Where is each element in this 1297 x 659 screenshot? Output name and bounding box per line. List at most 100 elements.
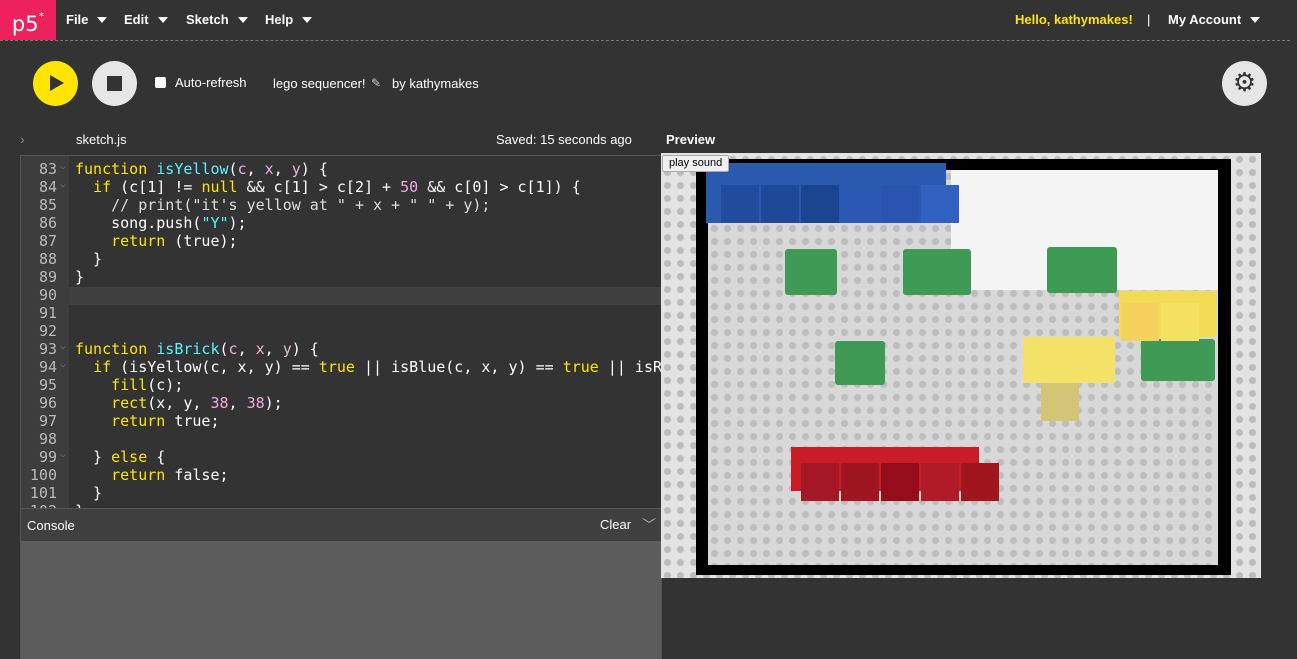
fold-chevron-icon[interactable]: ⌵: [60, 158, 66, 176]
line-number: 98: [38, 430, 57, 448]
chevron-down-icon: [1250, 17, 1261, 23]
sample-square-red: [841, 463, 879, 501]
code-line[interactable]: 99 ⌵ } else {: [21, 448, 661, 466]
code-line[interactable]: 98: [21, 430, 661, 448]
code-line[interactable]: 100 return false;: [21, 466, 661, 484]
sketch-preview-canvas[interactable]: [661, 153, 1261, 578]
code-text: } else {: [75, 448, 166, 466]
sample-square-blue: [801, 185, 839, 223]
top-nav: p5* File Edit Sketch Help Hello, kathyma…: [0, 0, 1297, 40]
sample-square-yellow: [1041, 383, 1079, 421]
code-text: fill(c);: [111, 376, 184, 394]
line-number: 88: [38, 250, 57, 268]
menu-edit[interactable]: Edit: [124, 0, 168, 40]
menu-sketch[interactable]: Sketch: [186, 0, 248, 40]
sample-square-red: [921, 463, 959, 501]
file-name: sketch.js: [76, 132, 127, 147]
code-line[interactable]: 84 ⌵ if (c[1] != null && c[1] > c[2] + 50…: [21, 178, 661, 196]
line-number: 84: [38, 178, 57, 196]
sample-square-red: [961, 463, 999, 501]
line-number: 87: [38, 232, 57, 250]
line-number: 94: [38, 358, 57, 376]
auto-refresh-checkbox[interactable]: [155, 77, 166, 88]
auto-refresh-label[interactable]: Auto-refresh: [175, 75, 247, 90]
lego-brick-green: [903, 249, 971, 295]
line-number: 99: [38, 448, 57, 466]
code-text: // print("it's yellow at " + x + " " + y…: [75, 196, 491, 214]
code-editor[interactable]: 83 ⌵ function isYellow(c, x, y) {84 ⌵ if (c…: [20, 155, 662, 510]
fold-chevron-icon[interactable]: ⌵: [60, 446, 66, 464]
code-line[interactable]: 97 return true;: [21, 412, 661, 430]
p5-logo[interactable]: p5*: [0, 0, 56, 40]
lego-brick-yellow: [1023, 337, 1115, 383]
line-number: 86: [38, 214, 57, 232]
collapse-console-icon[interactable]: ﹀: [642, 515, 656, 535]
code-line[interactable]: 95 fill(c);: [21, 376, 661, 394]
code-lines[interactable]: 83 ⌵ function isYellow(c, x, y) {84 ⌵ if (c…: [21, 160, 661, 509]
line-number: 85: [38, 196, 57, 214]
code-line[interactable]: 86 song.push("Y");: [21, 214, 661, 232]
line-number: 97: [38, 412, 57, 430]
expand-sidebar-icon[interactable]: ›: [20, 131, 25, 147]
line-number: 101: [29, 484, 57, 502]
menu-file[interactable]: File: [66, 0, 108, 40]
chevron-down-icon: [302, 17, 313, 23]
code-line[interactable]: 101 }: [21, 484, 661, 502]
chevron-down-icon: [97, 17, 108, 23]
code-line[interactable]: 83 ⌵ function isYellow(c, x, y) {: [21, 160, 661, 178]
code-text: return false;: [111, 466, 229, 484]
code-line[interactable]: 94 ⌵ if (isYellow(c, x, y) == true || isB…: [21, 358, 661, 376]
console-panel[interactable]: Console Clear ﹀: [20, 508, 662, 659]
code-line[interactable]: 90: [21, 286, 661, 304]
code-line[interactable]: 93 ⌵ function isBrick(c, x, y) {: [21, 340, 661, 358]
menu-my-account[interactable]: My Account: [1168, 0, 1261, 40]
clear-console-button[interactable]: Clear: [600, 517, 631, 532]
sample-square-blue: [721, 185, 759, 223]
stop-button[interactable]: [92, 61, 137, 106]
play-icon: [50, 75, 64, 91]
code-line[interactable]: 88 }: [21, 250, 661, 268]
line-number: 92: [38, 322, 57, 340]
fold-chevron-icon[interactable]: ⌵: [60, 356, 66, 374]
line-number: 93: [38, 340, 57, 358]
code-text: if (c[1] != null && c[1] > c[2] + 50 && …: [93, 178, 581, 196]
chevron-down-icon: [237, 17, 248, 23]
pencil-icon[interactable]: ✎: [371, 76, 381, 90]
lego-brick-green: [1141, 339, 1215, 381]
play-button[interactable]: [33, 61, 78, 106]
code-text: function isYellow(c, x, y) {: [75, 160, 328, 178]
play-sound-button[interactable]: play sound: [662, 155, 730, 172]
chevron-down-icon: [157, 17, 168, 23]
code-text: }: [75, 484, 103, 502]
gear-icon: ⚙: [1232, 68, 1257, 98]
lego-brick-green: [1047, 247, 1117, 293]
settings-button[interactable]: ⚙: [1222, 61, 1267, 106]
line-number: 90: [38, 286, 57, 304]
line-number: 83: [38, 160, 57, 178]
saved-status: Saved: 15 seconds ago: [496, 132, 632, 147]
stop-icon: [107, 76, 122, 91]
sketch-name[interactable]: lego sequencer!: [273, 76, 366, 91]
sample-square-yellow: [1121, 303, 1159, 341]
code-text: }: [75, 268, 85, 286]
fold-chevron-icon[interactable]: ⌵: [60, 176, 66, 194]
sample-square-blue: [881, 185, 919, 223]
code-text: return (true);: [111, 232, 238, 250]
code-line[interactable]: 92: [21, 322, 661, 340]
code-line[interactable]: 96 rect(x, y, 38, 38);: [21, 394, 661, 412]
menu-help[interactable]: Help: [265, 0, 313, 40]
lego-brick-green: [835, 341, 885, 385]
lego-brick-green: [785, 249, 837, 295]
code-line[interactable]: 91: [21, 304, 661, 322]
fold-chevron-icon[interactable]: ⌵: [60, 338, 66, 356]
sketch-author[interactable]: by kathymakes: [392, 76, 479, 91]
line-number: 89: [38, 268, 57, 286]
code-text: }: [75, 250, 103, 268]
code-line[interactable]: 89}: [21, 268, 661, 286]
code-line[interactable]: 85 // print("it's yellow at " + x + " " …: [21, 196, 661, 214]
code-line[interactable]: 87 return (true);: [21, 232, 661, 250]
console-title: Console: [27, 518, 75, 533]
line-number: 100: [29, 466, 57, 484]
sample-square-blue: [921, 185, 959, 223]
greeting: Hello, kathymakes!: [1015, 12, 1133, 27]
